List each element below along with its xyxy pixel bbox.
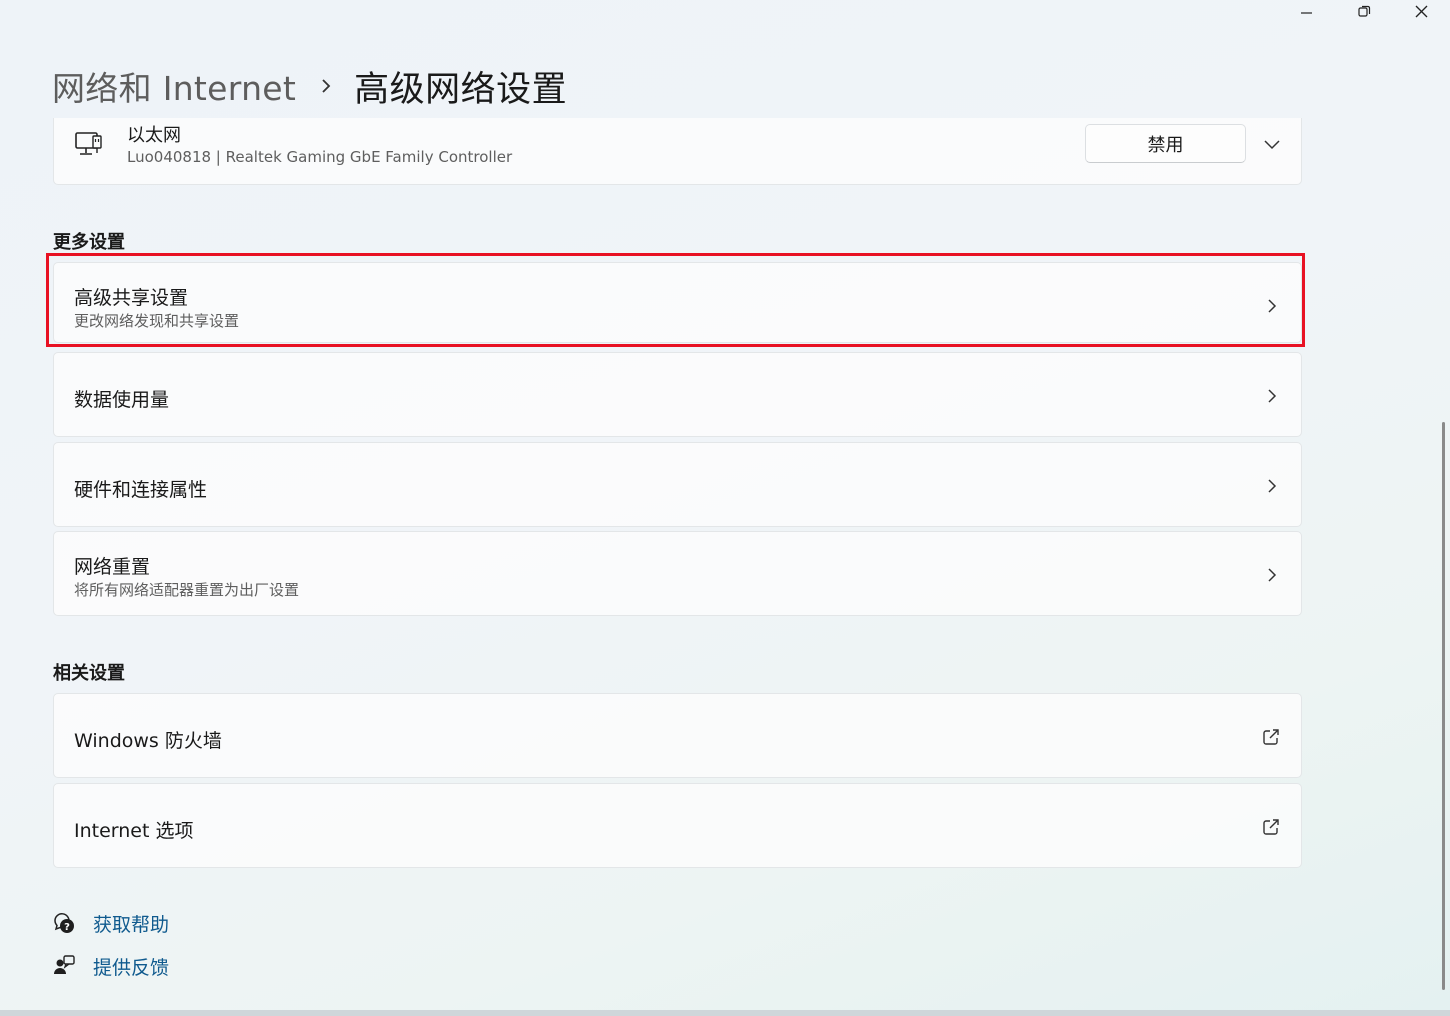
item-title: 网络重置 bbox=[74, 556, 151, 578]
close-button[interactable] bbox=[1398, 0, 1444, 22]
item-subtitle: 将所有网络适配器重置为出厂设置 bbox=[74, 581, 300, 599]
windows-firewall-item[interactable]: Windows 防火墙 bbox=[53, 693, 1302, 778]
open-external-icon bbox=[1263, 819, 1279, 835]
chevron-right-icon bbox=[1268, 479, 1277, 493]
breadcrumb: 网络和 Internet 高级网络设置 bbox=[52, 62, 567, 110]
page-title: 高级网络设置 bbox=[354, 69, 568, 110]
window-bottom-edge bbox=[0, 1010, 1450, 1016]
restore-icon bbox=[1357, 5, 1370, 17]
item-subtitle: 更改网络发现和共享设置 bbox=[74, 312, 240, 330]
chevron-right-icon bbox=[1268, 299, 1277, 313]
disable-adapter-button[interactable]: 禁用 bbox=[1085, 124, 1246, 163]
item-title: 高级共享设置 bbox=[74, 287, 189, 309]
ethernet-adapter-card[interactable]: 以太网 Luo040818 | Realtek Gaming GbE Famil… bbox=[53, 118, 1302, 185]
help-chat-icon: ? bbox=[54, 913, 74, 933]
adapter-description: Luo040818 | Realtek Gaming GbE Family Co… bbox=[127, 148, 513, 166]
chevron-right-icon bbox=[1268, 568, 1277, 582]
adapter-name: 以太网 bbox=[127, 125, 181, 146]
open-external-icon bbox=[1263, 729, 1279, 745]
breadcrumb-parent-link[interactable]: 网络和 Internet bbox=[52, 62, 296, 110]
minimize-button[interactable] bbox=[1284, 0, 1330, 22]
chevron-right-icon bbox=[320, 78, 332, 94]
feedback-icon bbox=[54, 955, 75, 974]
item-title: 数据使用量 bbox=[74, 389, 170, 411]
chevron-right-icon bbox=[1268, 389, 1277, 403]
give-feedback-link[interactable]: 提供反馈 bbox=[52, 951, 169, 981]
ethernet-monitor-icon bbox=[75, 132, 102, 155]
minimize-icon bbox=[1301, 12, 1312, 14]
network-reset-item[interactable]: 网络重置 将所有网络适配器重置为出厂设置 bbox=[53, 531, 1302, 616]
item-title: 硬件和连接属性 bbox=[74, 479, 208, 501]
get-help-link[interactable]: ? 获取帮助 bbox=[52, 908, 169, 938]
get-help-label: 获取帮助 bbox=[93, 913, 170, 936]
svg-text:?: ? bbox=[64, 922, 70, 933]
give-feedback-label: 提供反馈 bbox=[93, 956, 170, 979]
close-icon bbox=[1415, 5, 1427, 17]
internet-options-item[interactable]: Internet 选项 bbox=[53, 783, 1302, 868]
maximize-button[interactable] bbox=[1341, 0, 1387, 22]
chevron-down-icon[interactable] bbox=[1262, 134, 1282, 154]
data-usage-item[interactable]: 数据使用量 bbox=[53, 352, 1302, 437]
hardware-connection-properties-item[interactable]: 硬件和连接属性 bbox=[53, 442, 1302, 527]
scrollbar-thumb[interactable] bbox=[1442, 422, 1445, 990]
item-title: Windows 防火墙 bbox=[74, 730, 222, 752]
more-settings-heading: 更多设置 bbox=[53, 232, 125, 253]
related-settings-heading: 相关设置 bbox=[53, 663, 125, 684]
advanced-sharing-settings-item[interactable]: 高级共享设置 更改网络发现和共享设置 bbox=[53, 262, 1302, 343]
item-title: Internet 选项 bbox=[74, 820, 194, 842]
